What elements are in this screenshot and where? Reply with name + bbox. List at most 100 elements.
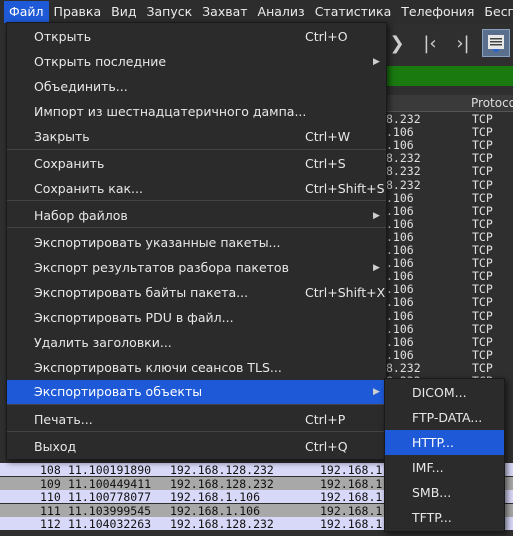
menu-item-label: HTTP... [412, 435, 454, 450]
file-menu-item[interactable]: Набор файлов ▶ [7, 204, 386, 228]
export-objects-item[interactable]: TFTP... [385, 505, 504, 530]
main-toolbar: ❯ |‹ ›| [385, 27, 513, 59]
file-menu-item[interactable]: Открыть последние ▶ [7, 50, 386, 74]
menu-item-label: Экспортировать указанные пакеты... [34, 235, 281, 250]
dst-cell: .106 [386, 295, 414, 310]
src-cell: 192.168.128.232 [170, 463, 274, 477]
no-cell: 109 [40, 476, 61, 491]
menu-item-label: IMF... [412, 460, 444, 475]
time-cell: 11.104032263 [68, 517, 152, 531]
menu-view[interactable]: Вид [106, 1, 141, 23]
menu-item-label: SMB... [412, 485, 452, 500]
protocol-cell: TCP [472, 347, 493, 362]
menu-edit[interactable]: Правка [49, 1, 107, 23]
dst-cell: .106 [386, 256, 414, 271]
time-cell: 11.100191890 [68, 463, 152, 477]
go-forward-icon[interactable]: ❯ [385, 31, 409, 55]
file-menu-item[interactable]: Объединить... [7, 75, 386, 99]
menu-item-label: Экспортировать PDU в файл... [34, 310, 234, 325]
file-menu-item[interactable]: Экспортировать байты пакета... Ctrl+Shift… [7, 281, 386, 305]
export-objects-item[interactable]: HTTP... [385, 430, 504, 455]
file-menu-item[interactable]: Удалить заголовки... [7, 331, 386, 355]
dst-cell: .106 [386, 125, 414, 140]
export-objects-item[interactable]: SMB... [385, 480, 504, 505]
first-packet-icon[interactable]: |‹ [418, 31, 442, 55]
protocol-cell: TCP [472, 295, 493, 310]
dst-cell: .106 [386, 243, 414, 257]
dst-cell: .106 [386, 138, 414, 153]
protocol-cell: TCP [472, 125, 493, 140]
protocol-cell: TCP [472, 229, 493, 244]
time-cell: 11.100778077 [68, 490, 152, 504]
file-menu-item[interactable]: Экспортировать ключи сеансов TLS... [7, 356, 386, 380]
menu-item-label: Экспортировать ключи сеансов TLS... [34, 360, 282, 375]
dst-cell: .106 [386, 216, 414, 231]
menu-telephony[interactable]: Телефония [396, 1, 479, 23]
menu-statistics[interactable]: Статистика [310, 1, 397, 23]
autoscroll-icon[interactable] [482, 29, 510, 57]
menu-item-label: Удалить заголовки... [34, 335, 172, 350]
menu-item-label: Импорт из шестнадцатеричного дампа... [34, 104, 307, 119]
menu-wireless[interactable]: Беспро [479, 1, 513, 23]
file-menu-item[interactable]: Экспорт результатов разбора пакетов ▶ [7, 256, 386, 280]
protocol-cell: TCP [472, 216, 493, 231]
protocol-cell: TCP [472, 203, 493, 218]
menu-analyze[interactable]: Анализ [253, 1, 310, 23]
dst-cell: 192.168.1 [320, 517, 383, 531]
submenu-arrow-icon: ▶ [373, 387, 380, 397]
dst-cell: .106 [386, 347, 414, 362]
protocol-cell: TCP [472, 112, 493, 126]
protocol-cell: TCP [472, 151, 493, 166]
export-objects-item[interactable]: FTP-DATA... [385, 405, 504, 430]
protocol-cell: TCP [472, 308, 493, 323]
dst-cell: 8.232 [386, 164, 421, 179]
export-objects-item[interactable]: IMF... [385, 455, 504, 480]
dst-cell: 192.168.1 [320, 490, 383, 504]
menu-file[interactable]: Файл [4, 1, 49, 23]
protocol-cell: TCP [472, 164, 493, 179]
file-menu-item[interactable]: Выход Ctrl+Q [7, 435, 386, 459]
protocol-cell: TCP [472, 334, 493, 349]
protocol-cell: TCP [472, 360, 493, 375]
export-objects-item[interactable]: DICOM... [385, 380, 504, 405]
time-cell: 11.103999545 [68, 503, 152, 518]
file-menu-item[interactable]: Экспортировать объекты ▶ [7, 380, 386, 404]
menu-item-shortcut: Ctrl+W [305, 129, 351, 144]
last-packet-icon[interactable]: ›| [451, 31, 475, 55]
src-cell: 192.168.1.106 [170, 490, 261, 504]
menu-go[interactable]: Запуск [141, 1, 197, 23]
menu-item-shortcut: Ctrl+P [305, 412, 346, 427]
file-menu-item[interactable]: Сохранить как... Ctrl+Shift+S [7, 177, 386, 201]
menu-item-label: Экспортировать байты пакета... [34, 285, 249, 300]
file-menu-item[interactable]: Экспортировать PDU в файл... [7, 306, 386, 330]
menu-item-label: Открыть [34, 29, 92, 44]
file-menu-item[interactable]: Сохранить Ctrl+S [7, 152, 386, 176]
file-menu-item[interactable]: Закрыть Ctrl+W [7, 125, 386, 149]
menu-capture[interactable]: Захват [197, 1, 252, 23]
packet-list-header[interactable]: Protoco [385, 95, 513, 112]
no-cell: 111 [40, 503, 61, 518]
menu-item-shortcut: Ctrl+O [305, 29, 348, 44]
file-menu-item[interactable]: Открыть Ctrl+O [7, 25, 386, 49]
dst-cell: 192.168.1 [320, 476, 383, 491]
file-menu-item[interactable]: Импорт из шестнадцатеричного дампа... [7, 100, 386, 124]
dst-cell: 192.168.1 [320, 503, 383, 518]
display-filter-bar[interactable] [385, 66, 513, 86]
menu-item-label: Объединить... [34, 79, 128, 94]
submenu-arrow-icon: ▶ [373, 263, 380, 273]
menu-item-label: Экспорт результатов разбора пакетов [34, 260, 289, 275]
protocol-column-header[interactable]: Protoco [471, 96, 513, 110]
no-cell: 110 [40, 490, 61, 504]
protocol-cell: TCP [472, 138, 493, 153]
submenu-arrow-icon: ▶ [373, 57, 380, 67]
time-cell: 11.100449411 [68, 476, 152, 491]
dst-cell: .106 [386, 308, 414, 323]
src-cell: 192.168.128.232 [170, 476, 274, 491]
file-menu-item[interactable]: Печать... Ctrl+P [7, 408, 386, 432]
file-menu-item[interactable]: Экспортировать указанные пакеты... [7, 231, 386, 255]
menu-item-label: Сохранить [34, 156, 105, 171]
menu-item-label: DICOM... [412, 385, 467, 400]
dst-cell: 8.232 [386, 151, 421, 166]
dst-cell: .106 [386, 269, 414, 284]
menu-item-label: Открыть последние [34, 54, 167, 69]
